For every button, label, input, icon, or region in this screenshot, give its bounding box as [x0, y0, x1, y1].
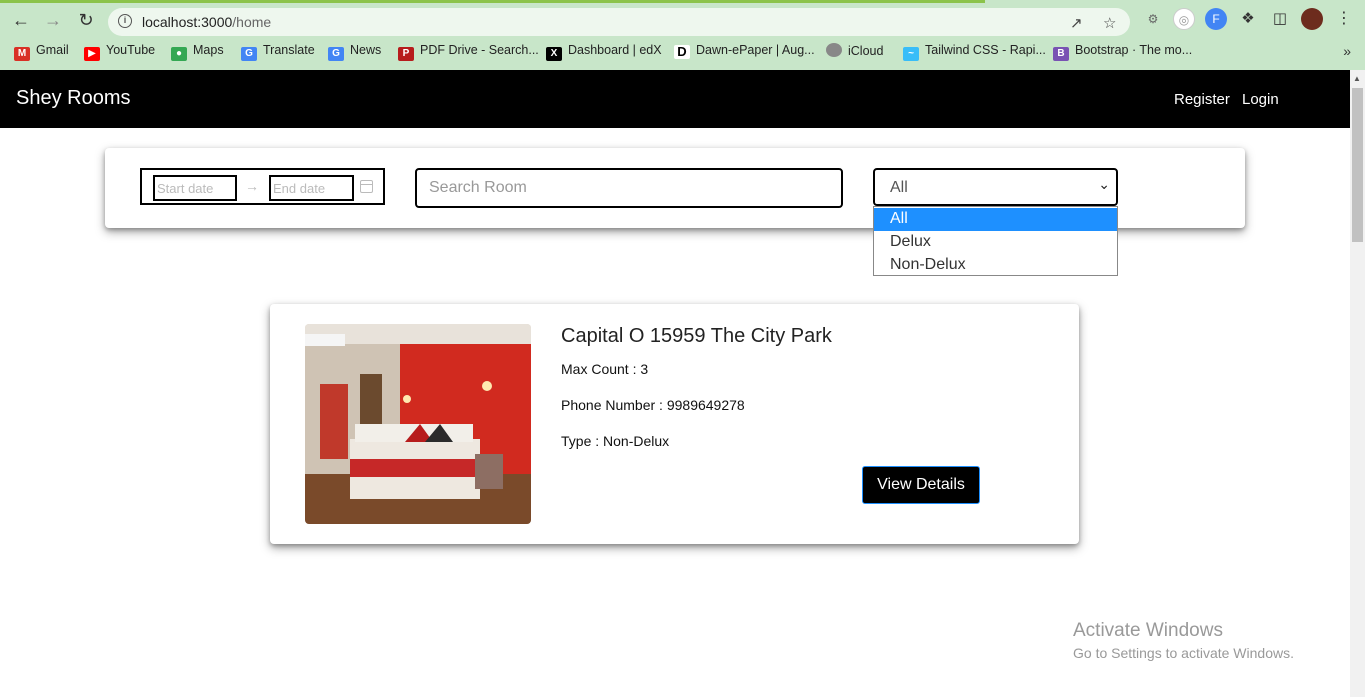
bookmark-label: YouTube [106, 43, 156, 57]
room-image [305, 324, 531, 524]
bookmark-label: Dashboard | edX [568, 43, 662, 57]
calendar-icon[interactable] [360, 180, 373, 193]
bookmark-label: iCloud [848, 44, 884, 58]
login-link[interactable]: Login [1242, 91, 1279, 108]
side-panel-icon[interactable]: ◫ [1269, 8, 1291, 30]
forward-icon[interactable]: → [41, 8, 65, 32]
puzzle-icon[interactable]: ❖ [1237, 8, 1259, 30]
start-date-input[interactable]: Start date [153, 175, 237, 201]
app-navbar: Shey Rooms Register Login [0, 70, 1350, 128]
site-info-icon[interactable]: i [118, 14, 132, 28]
search-room-input[interactable]: Search Room [415, 168, 843, 208]
apple-icon [826, 43, 842, 57]
room-phone: Phone Number : 9989649278 [561, 397, 745, 413]
address-bar[interactable]: i localhost:3000/home ↗ ☆ [108, 8, 1130, 36]
bookmark-dawn[interactable]: D Dawn-ePaper | Aug... [674, 43, 815, 59]
bookmark-pdfdrive[interactable]: P PDF Drive - Search... [398, 43, 539, 61]
room-type: Type : Non-Delux [561, 433, 670, 449]
bookmark-translate[interactable]: G Translate [241, 43, 315, 61]
bookmark-label: PDF Drive - Search... [420, 43, 539, 57]
maps-icon: ● [171, 47, 187, 61]
news-icon: G [328, 47, 344, 61]
option-non-delux[interactable]: Non-Delux [874, 254, 1117, 277]
bookmark-star-icon[interactable]: ☆ [1103, 14, 1116, 32]
room-name: Capital O 15959 The City Park [561, 325, 832, 347]
extension-fi-icon[interactable]: F [1205, 8, 1227, 30]
option-delux[interactable]: Delux [874, 231, 1117, 254]
register-link[interactable]: Register [1174, 91, 1230, 108]
room-card: Capital O 15959 The City Park Max Count … [270, 304, 1079, 544]
bookmark-label: Bootstrap · The mo... [1075, 43, 1193, 57]
pdfdrive-icon: P [398, 47, 414, 61]
bootstrap-icon: B [1053, 47, 1069, 61]
url-path: /home [232, 14, 272, 30]
back-icon[interactable]: ← [9, 8, 33, 32]
date-range-picker[interactable]: Start date → End date [140, 168, 385, 205]
bookmark-label: Dawn-ePaper | Aug... [696, 43, 815, 57]
reload-icon[interactable]: ↻ [74, 8, 98, 32]
translate-icon: G [241, 47, 257, 61]
bookmark-bootstrap[interactable]: B Bootstrap · The mo... [1053, 43, 1192, 61]
chevron-down-icon: ⌄ [1098, 176, 1110, 192]
bookmark-maps[interactable]: ● Maps [171, 43, 224, 61]
bookmarks-bar: M Gmail ▶ YouTube ● Maps G Translate G News P… [0, 40, 1365, 64]
range-arrow-icon: → [245, 178, 259, 194]
youtube-icon: ▶ [84, 47, 100, 61]
menu-kebab-icon[interactable]: ⋮ [1333, 8, 1355, 30]
end-date-input[interactable]: End date [269, 175, 354, 201]
bookmark-tailwind[interactable]: ~ Tailwind CSS - Rapi... [903, 43, 1046, 61]
activation-watermark-subtitle: Go to Settings to activate Windows. [1073, 645, 1294, 661]
dawn-icon: D [674, 45, 690, 59]
browser-chrome: ← → ↻ i localhost:3000/home ↗ ☆ ⚙ ◎ F ❖ … [0, 0, 1365, 70]
room-photo [305, 324, 531, 524]
bookmark-label: News [350, 43, 382, 57]
room-type-options: All Delux Non-Delux [873, 206, 1118, 276]
gmail-icon: M [14, 47, 30, 61]
bookmark-news[interactable]: G News [328, 43, 381, 61]
bookmark-icloud[interactable]: iCloud [826, 43, 883, 58]
url-host: localhost:3000 [142, 14, 233, 30]
avatar[interactable] [1301, 8, 1323, 30]
edx-icon: X [546, 47, 562, 61]
bookmarks-overflow-icon[interactable]: » [1343, 43, 1351, 59]
scroll-up-icon[interactable]: ▲ [1353, 74, 1361, 83]
bookmark-youtube[interactable]: ▶ YouTube [84, 43, 155, 61]
browser-toolbar: ← → ↻ i localhost:3000/home ↗ ☆ ⚙ ◎ F ❖ … [0, 4, 1365, 36]
bookmark-label: Maps [193, 43, 224, 57]
extension-icon[interactable]: ⚙ [1142, 8, 1164, 30]
scroll-thumb[interactable] [1352, 88, 1363, 242]
extension-globe-icon[interactable]: ◎ [1173, 8, 1195, 30]
room-max-count: Max Count : 3 [561, 361, 649, 377]
page-load-progress [0, 0, 985, 3]
brand-logo[interactable]: Shey Rooms [16, 87, 131, 110]
view-details-button[interactable]: View Details [862, 466, 980, 504]
bookmark-label: Tailwind CSS - Rapi... [925, 43, 1046, 57]
bookmark-gmail[interactable]: M Gmail [14, 43, 69, 61]
page-scrollbar[interactable]: ▲ [1350, 70, 1365, 697]
share-icon[interactable]: ↗ [1070, 14, 1083, 32]
bookmark-label: Gmail [36, 43, 69, 57]
tailwind-icon: ~ [903, 47, 919, 61]
bookmark-edx[interactable]: X Dashboard | edX [546, 43, 662, 61]
url-text[interactable]: localhost:3000/home [142, 14, 271, 30]
option-all[interactable]: All [874, 208, 1117, 231]
activation-watermark-title: Activate Windows [1073, 620, 1223, 641]
room-type-select[interactable]: All ⌄ [873, 168, 1118, 206]
room-type-selected: All [890, 179, 908, 196]
bookmark-label: Translate [263, 43, 315, 57]
